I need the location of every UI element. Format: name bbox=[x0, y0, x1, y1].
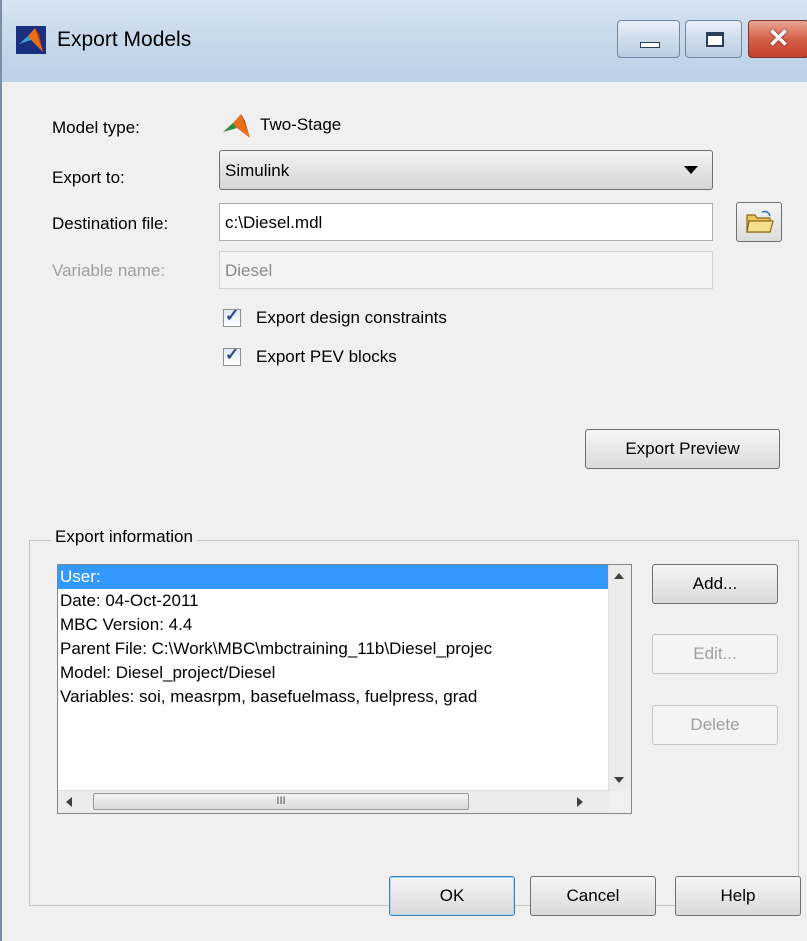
export-information-title: Export information bbox=[51, 527, 197, 547]
export-preview-button[interactable]: Export Preview bbox=[585, 429, 780, 469]
close-button[interactable]: ✕ bbox=[748, 20, 807, 58]
ok-button[interactable]: OK bbox=[389, 876, 515, 916]
edit-button[interactable]: Edit... bbox=[652, 634, 778, 674]
export-pev-blocks-label[interactable]: Export PEV blocks bbox=[256, 347, 397, 367]
scrollbar-thumb[interactable]: III bbox=[93, 793, 469, 810]
browse-folder-button[interactable] bbox=[736, 202, 782, 242]
scroll-left-icon[interactable] bbox=[66, 797, 72, 807]
list-item[interactable]: Model: Diesel_project/Diesel bbox=[58, 661, 631, 685]
list-item[interactable]: Variables: soi, measrpm, basefuelmass, f… bbox=[58, 685, 631, 709]
variable-name-label: Variable name: bbox=[52, 261, 166, 280]
folder-icon bbox=[746, 210, 774, 233]
list-item[interactable]: MBC Version: 4.4 bbox=[58, 613, 631, 637]
matlab-logo-icon bbox=[16, 26, 46, 54]
close-icon: ✕ bbox=[767, 23, 790, 53]
list-item[interactable]: Parent File: C:\Work\MBC\mbctraining_11b… bbox=[58, 637, 631, 661]
export-design-constraints-checkbox[interactable]: ✓ bbox=[223, 306, 241, 327]
destination-file-input[interactable]: c:\Diesel.mdl bbox=[219, 203, 713, 241]
scroll-right-icon[interactable] bbox=[577, 797, 583, 807]
two-stage-model-icon bbox=[223, 114, 250, 138]
model-type-value: Two-Stage bbox=[260, 115, 342, 134]
chevron-down-icon bbox=[684, 166, 698, 174]
maximize-icon bbox=[706, 32, 724, 47]
model-type-label: Model type: bbox=[52, 118, 140, 137]
list-item[interactable]: Date: 04-Oct-2011 bbox=[58, 589, 631, 613]
title-bar[interactable]: Export Models ✕ bbox=[2, 0, 807, 82]
list-item[interactable]: User: bbox=[58, 565, 631, 589]
export-to-select[interactable]: Simulink bbox=[219, 150, 713, 190]
export-information-list[interactable]: User: Date: 04-Oct-2011 MBC Version: 4.4… bbox=[57, 564, 632, 814]
cancel-button[interactable]: Cancel bbox=[530, 876, 656, 916]
add-button[interactable]: Add... bbox=[652, 564, 778, 604]
horizontal-scrollbar[interactable]: III bbox=[58, 790, 611, 813]
minimize-icon bbox=[640, 42, 660, 48]
checkmark-icon: ✓ bbox=[225, 345, 240, 364]
dialog-body: Model type: Two-Stage Export to: Simulin… bbox=[2, 82, 807, 941]
export-pev-blocks-checkbox[interactable]: ✓ bbox=[223, 345, 241, 366]
export-to-label: Export to: bbox=[52, 168, 125, 187]
delete-button[interactable]: Delete bbox=[652, 705, 778, 745]
help-button[interactable]: Help bbox=[675, 876, 801, 916]
export-design-constraints-label[interactable]: Export design constraints bbox=[256, 308, 447, 328]
scrollbar-corner bbox=[609, 791, 631, 813]
window-title: Export Models bbox=[57, 28, 192, 51]
minimize-button[interactable] bbox=[617, 20, 680, 58]
export-models-dialog: Export Models ✕ Model type: Two-Stage Ex… bbox=[0, 0, 807, 941]
variable-name-input: Diesel bbox=[219, 251, 713, 289]
scroll-down-icon[interactable] bbox=[614, 777, 624, 783]
destination-file-label: Destination file: bbox=[52, 214, 169, 233]
checkmark-icon: ✓ bbox=[225, 306, 240, 325]
export-to-value: Simulink bbox=[225, 161, 290, 180]
maximize-button[interactable] bbox=[685, 20, 742, 58]
vertical-scrollbar[interactable] bbox=[608, 565, 631, 793]
scroll-up-icon[interactable] bbox=[614, 573, 624, 579]
